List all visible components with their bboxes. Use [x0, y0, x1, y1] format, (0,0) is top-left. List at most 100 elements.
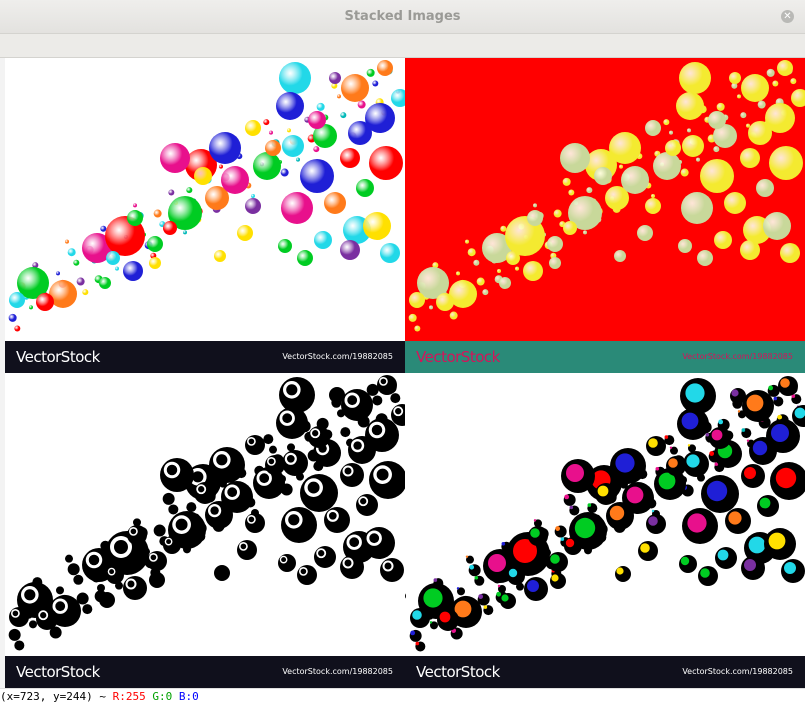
bubble [696, 157, 700, 162]
bubble [790, 78, 797, 85]
bubble-core [198, 486, 205, 493]
bubble [363, 212, 391, 240]
bubble [530, 528, 540, 538]
bubble-shadow [14, 640, 25, 651]
bubble [97, 269, 101, 273]
bubble [614, 250, 626, 262]
window-titlebar[interactable]: Stacked Images ✕ [0, 0, 805, 34]
bubble [474, 575, 479, 580]
bubble [506, 251, 520, 265]
bubble [685, 383, 705, 403]
watermark-logo: VectorStock [16, 663, 100, 681]
bubble-shadow [297, 565, 317, 585]
bubble-shadow [127, 525, 147, 545]
watermark-url: VectorStock.com/19882085 [682, 352, 793, 361]
bubble [637, 225, 653, 241]
bubble-shadow [380, 558, 404, 582]
bubble-shadow [679, 555, 697, 573]
bubble [766, 68, 775, 77]
bubble [269, 130, 273, 135]
bubble [496, 591, 502, 597]
bubble [508, 568, 518, 578]
bubble [550, 554, 560, 564]
bubble [183, 230, 187, 235]
bubble [616, 567, 624, 575]
bubble [340, 148, 360, 168]
bubble [586, 187, 593, 194]
bubble-core [248, 438, 255, 445]
bubble [346, 123, 350, 128]
bubble [415, 641, 420, 646]
bubble-core [40, 612, 47, 619]
bubble [794, 407, 805, 419]
bubble [665, 140, 681, 156]
bubble [316, 102, 325, 111]
bubble [562, 177, 571, 186]
bubble [771, 424, 789, 442]
bubble-core [210, 506, 219, 515]
bubble [597, 485, 609, 497]
bubble-core [371, 424, 383, 436]
watermark-banner: VectorStock VectorStock.com/19882085 [405, 656, 805, 688]
panel-color-inverted: VectorStock VectorStock.com/19882085 [405, 58, 805, 373]
bubble [73, 259, 80, 266]
bubble-core [109, 569, 115, 575]
bubble [533, 519, 537, 522]
bubble [711, 429, 723, 441]
bubble [700, 159, 734, 193]
bubble-shadow [194, 482, 216, 504]
bubble [653, 152, 681, 180]
watermark-banner: VectorStock VectorStock.com/19882085 [5, 341, 405, 373]
bubble [729, 72, 741, 84]
bubble-shadow [147, 551, 167, 571]
bubble [565, 538, 575, 548]
bubble-core [286, 454, 295, 463]
bubble-core [259, 473, 270, 484]
bubble [697, 250, 713, 266]
bubble [765, 103, 795, 133]
bubble [478, 594, 484, 599]
bubble [687, 513, 707, 533]
bubble-shadow [168, 504, 179, 515]
bubble [340, 240, 360, 260]
bubble [377, 60, 393, 76]
bubble [681, 412, 699, 430]
bubble-shadow [615, 566, 631, 582]
bubble [651, 194, 655, 198]
bubble-shadow [149, 572, 165, 588]
bubble [456, 587, 460, 590]
bubble-shadow [377, 375, 397, 395]
bubble-shadow [507, 567, 525, 585]
bubble [391, 89, 405, 107]
bubble [133, 203, 137, 208]
bubble-core [216, 454, 228, 466]
panel-threshold: VectorStock VectorStock.com/19882085 [5, 373, 405, 688]
bubble [663, 119, 670, 126]
bubble [253, 152, 281, 180]
bubbles-image-original [8, 60, 405, 332]
bubble [741, 74, 769, 102]
bubble [473, 259, 480, 266]
pixel-red-value: R:255 [112, 690, 146, 703]
bubble [56, 271, 60, 276]
bubble [82, 289, 89, 296]
bubble [465, 239, 469, 244]
watermark-url: VectorStock.com/19882085 [682, 667, 793, 676]
bubble [784, 562, 796, 574]
bubble [465, 555, 469, 558]
bubble [523, 261, 543, 281]
bubble [287, 128, 291, 133]
bubble [566, 464, 584, 482]
bubble-shadow [265, 455, 285, 475]
bubble [681, 192, 713, 224]
bubble-core [268, 458, 275, 465]
bubble [409, 292, 425, 308]
close-icon[interactable]: ✕ [781, 10, 794, 23]
bubble [483, 605, 488, 609]
bubble [583, 230, 587, 235]
bubble [65, 239, 69, 244]
bubble [678, 239, 692, 253]
bubble-shadow [73, 574, 84, 585]
bubble [341, 74, 369, 102]
bubble [717, 549, 729, 561]
